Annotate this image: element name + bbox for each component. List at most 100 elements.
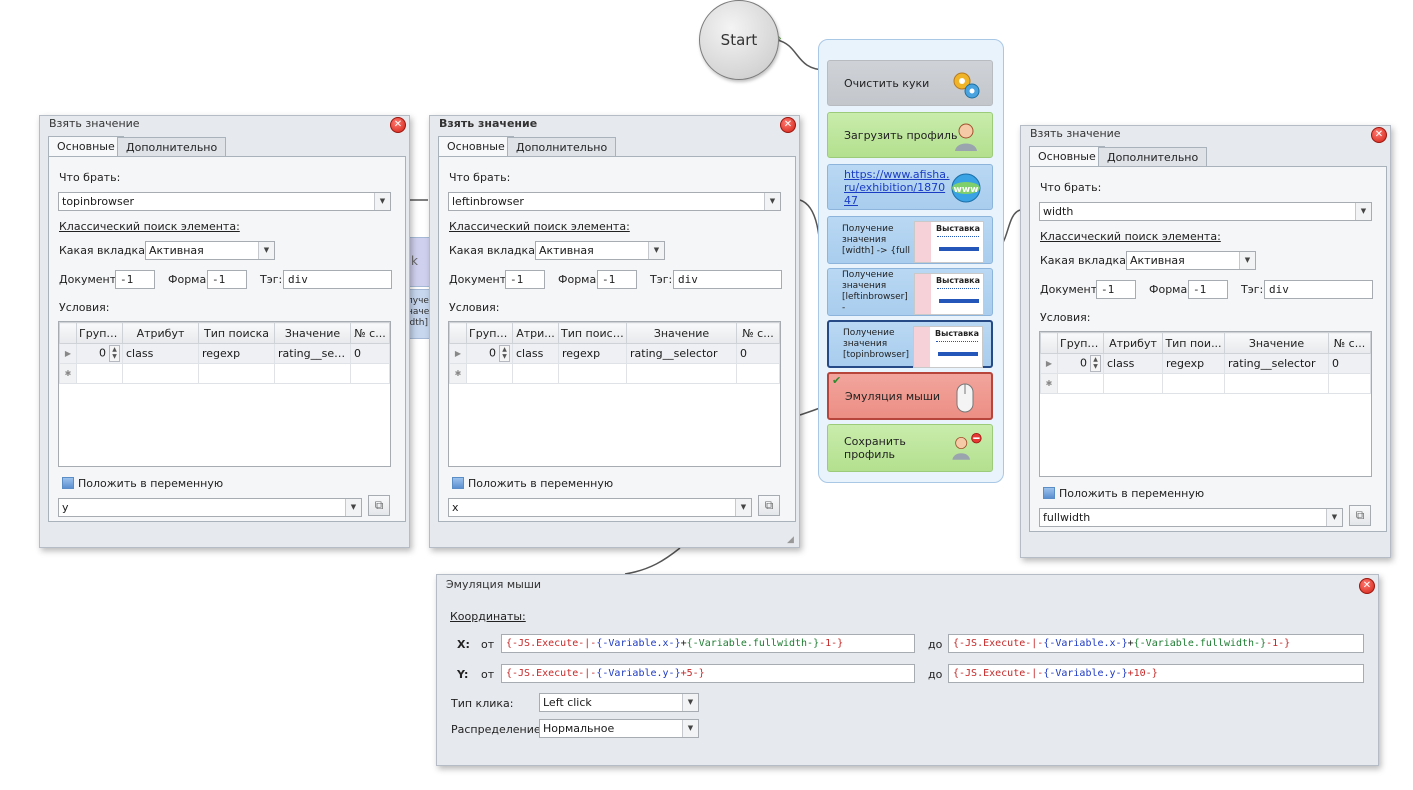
table-row[interactable]: ▶ 0 ▲ ▼ class regexp rating__selector 0 xyxy=(1040,353,1371,374)
copy-button[interactable]: ⧉ xyxy=(758,495,780,516)
put-var-checkbox[interactable] xyxy=(1043,487,1055,499)
cell-attr[interactable]: class xyxy=(512,343,559,364)
copy-button[interactable]: ⧉ xyxy=(368,495,390,516)
conditions-grid[interactable]: Группа Атри... Тип поиска Значение № с... ▶ 0… xyxy=(448,321,781,467)
conditions-grid[interactable]: Группа Атрибут Тип поиска Значение № с... ▶ 0… xyxy=(58,321,391,467)
put-var-label: Положить в переменную xyxy=(468,477,614,490)
block-get-leftinbrowser[interactable]: Получение значения [leftinbrowser] - Выс… xyxy=(827,268,993,316)
y-to-input[interactable]: {-JS.Execute-|-{-Variable.y-}+10-} xyxy=(948,664,1364,683)
column-header[interactable]: Атрибут xyxy=(122,322,199,344)
column-header[interactable]: Атрибут xyxy=(1103,332,1163,354)
click-type-select[interactable]: Left click ▼ xyxy=(539,693,699,712)
cell-attr[interactable]: class xyxy=(1103,353,1163,374)
column-header[interactable]: Группа xyxy=(1057,332,1104,354)
coords-link[interactable]: Координаты: xyxy=(450,610,526,623)
column-header[interactable]: Атри... xyxy=(512,322,559,344)
cell-attr[interactable]: class xyxy=(122,343,199,364)
close-icon[interactable]: ✕ xyxy=(780,117,796,133)
column-header[interactable]: № с... xyxy=(350,322,390,344)
column-header[interactable]: Тип поиска xyxy=(198,322,275,344)
spinner-icon[interactable]: ▲ ▼ xyxy=(1090,355,1101,372)
x-from-input[interactable]: {-JS.Execute-|-{-Variable.x-}+{-Variable… xyxy=(501,634,915,653)
cell-num[interactable]: 0 xyxy=(1328,353,1371,374)
form-input[interactable]: -1 xyxy=(207,270,247,289)
block-get-width[interactable]: Получение значения [width] -> {full Выст… xyxy=(827,216,993,264)
cell-num[interactable]: 0 xyxy=(736,343,780,364)
cell-group[interactable]: 0 xyxy=(1080,357,1087,370)
tab-extra[interactable]: Дополнительно xyxy=(117,137,227,157)
block-get-topinbrowser[interactable]: Получение значения [topinbrowser] Выстав… xyxy=(827,320,993,368)
column-header[interactable]: Группа xyxy=(466,322,513,344)
distribution-select[interactable]: Нормальное ▼ xyxy=(539,719,699,738)
cell-group[interactable]: 0 xyxy=(99,347,106,360)
block-mouse-emulation[interactable]: ✔ Эмуляция мыши xyxy=(827,372,993,420)
close-icon[interactable]: ✕ xyxy=(390,117,406,133)
start-node[interactable]: Start xyxy=(699,0,779,80)
y-from-input[interactable]: {-JS.Execute-|-{-Variable.y-}+5-} xyxy=(501,664,915,683)
classic-search-link[interactable]: Классический поиск элемента: xyxy=(1040,230,1221,243)
new-row[interactable]: ✱ xyxy=(59,363,390,384)
column-header[interactable]: Значение xyxy=(274,322,351,344)
new-row[interactable]: ✱ xyxy=(1040,373,1371,394)
cell-type[interactable]: regexp xyxy=(558,343,627,364)
cell-num[interactable]: 0 xyxy=(350,343,390,364)
cell-type[interactable]: regexp xyxy=(1162,353,1225,374)
table-row[interactable]: ▶ 0 ▲ ▼ class regexp rating__sel... 0 xyxy=(59,343,390,364)
block-navigate-url[interactable]: https://www.afisha.ru/exhibition/187047 … xyxy=(827,164,993,210)
doc-input[interactable]: -1 xyxy=(1096,280,1136,299)
variable-select[interactable]: x ▼ xyxy=(448,498,752,517)
block-save-profile[interactable]: Сохранить профиль xyxy=(827,424,993,472)
column-header[interactable]: Тип поиска xyxy=(558,322,627,344)
form-input[interactable]: -1 xyxy=(1188,280,1228,299)
put-var-checkbox[interactable] xyxy=(452,477,464,489)
column-header[interactable]: Значение xyxy=(626,322,737,344)
what-select[interactable]: width ▼ xyxy=(1039,202,1372,221)
form-input[interactable]: -1 xyxy=(597,270,637,289)
spinner-icon[interactable]: ▲ ▼ xyxy=(499,345,510,362)
classic-search-link[interactable]: Классический поиск элемента: xyxy=(449,220,630,233)
tab-which-select[interactable]: Активная ▼ xyxy=(535,241,665,260)
put-var-checkbox[interactable] xyxy=(62,477,74,489)
cell-value[interactable]: rating__selector xyxy=(626,343,737,364)
tab-which-select[interactable]: Активная ▼ xyxy=(145,241,275,260)
doc-input[interactable]: -1 xyxy=(505,270,545,289)
column-header[interactable]: № с... xyxy=(1328,332,1371,354)
close-icon[interactable]: ✕ xyxy=(1359,578,1375,594)
column-header[interactable]: № с... xyxy=(736,322,780,344)
what-select[interactable]: leftinbrowser ▼ xyxy=(448,192,781,211)
tab-main[interactable]: Основные xyxy=(1029,146,1105,167)
variable-select[interactable]: fullwidth ▼ xyxy=(1039,508,1343,527)
variable-select[interactable]: y ▼ xyxy=(58,498,362,517)
tab-main[interactable]: Основные xyxy=(48,136,124,157)
what-select[interactable]: topinbrowser ▼ xyxy=(58,192,391,211)
tag-input[interactable]: div xyxy=(283,270,392,289)
block-clear-cookies[interactable]: Очистить куки xyxy=(827,60,993,106)
svg-text:www: www xyxy=(954,185,979,195)
conditions-label: Условия: xyxy=(1040,311,1091,324)
cell-type[interactable]: regexp xyxy=(198,343,275,364)
new-row[interactable]: ✱ xyxy=(449,363,780,384)
x-to-input[interactable]: {-JS.Execute-|-{-Variable.x-}+{-Variable… xyxy=(948,634,1364,653)
cell-group[interactable]: 0 xyxy=(489,347,496,360)
tab-extra[interactable]: Дополнительно xyxy=(507,137,617,157)
cell-value[interactable]: rating__sel... xyxy=(274,343,351,364)
doc-input[interactable]: -1 xyxy=(115,270,155,289)
classic-search-link[interactable]: Классический поиск элемента: xyxy=(59,220,240,233)
tab-which-select[interactable]: Активная ▼ xyxy=(1126,251,1256,270)
tab-main[interactable]: Основные xyxy=(438,136,514,157)
column-header[interactable]: Тип пои... xyxy=(1162,332,1225,354)
tag-input[interactable]: div xyxy=(673,270,782,289)
resize-grip-icon[interactable]: ◢ xyxy=(787,535,797,545)
column-header[interactable]: Значение xyxy=(1224,332,1329,354)
cell-value[interactable]: rating__selector xyxy=(1224,353,1329,374)
conditions-grid[interactable]: Группа Атрибут Тип пои... Значение № с... ▶ 0… xyxy=(1039,331,1372,477)
spinner-icon[interactable]: ▲ ▼ xyxy=(109,345,120,362)
column-header[interactable]: Группа xyxy=(76,322,123,344)
copy-button[interactable]: ⧉ xyxy=(1349,505,1371,526)
tag-input[interactable]: div xyxy=(1264,280,1373,299)
table-row[interactable]: ▶ 0 ▲ ▼ class regexp rating__selector 0 xyxy=(449,343,780,364)
close-icon[interactable]: ✕ xyxy=(1371,127,1387,143)
block-load-profile[interactable]: Загрузить профиль xyxy=(827,112,993,158)
block-url[interactable]: https://www.afisha.ru/exhibition/187047 xyxy=(844,168,952,207)
tab-extra[interactable]: Дополнительно xyxy=(1098,147,1208,167)
